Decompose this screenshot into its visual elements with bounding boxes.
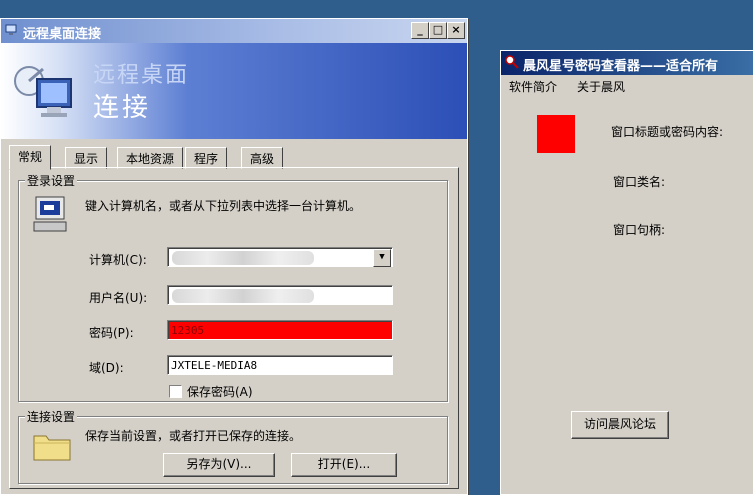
- connection-settings-legend: 连接设置: [25, 408, 78, 425]
- pwv-menu-bar: 软件简介 关于晨风: [501, 75, 753, 95]
- login-instruction: 键入计算机名，或者从下拉列表中选择一台计算机。: [85, 199, 362, 213]
- tab-advanced[interactable]: 高级: [241, 147, 284, 169]
- banner-line-2: 连接: [93, 93, 152, 123]
- login-settings-legend: 登录设置: [25, 172, 78, 189]
- pwv-title: 晨风星号密码查看器——适合所有: [523, 59, 719, 74]
- domain-field[interactable]: JXTELE-MEDIA8: [167, 355, 393, 375]
- tab-programs[interactable]: 程序: [185, 147, 228, 169]
- window-title-label: 窗口标题或密码内容:: [611, 125, 724, 139]
- banner-line-1: 远程桌面: [93, 63, 190, 88]
- connection-instruction: 保存当前设置，或者打开已保存的连接。: [85, 429, 302, 443]
- remote-desktop-window: 远程桌面连接 _ □ × 远程桌面 连接 常规 显示 本地资源 程序 高级 登录…: [0, 18, 468, 495]
- username-field[interactable]: [167, 285, 393, 305]
- save-password-checkbox[interactable]: [169, 385, 182, 398]
- menu-software-intro[interactable]: 软件简介: [509, 78, 557, 95]
- login-settings-group: 登录设置 键入计算机名，或者从下拉列表中选择一台计算机。 计算机(C): ▼ 用…: [18, 172, 448, 402]
- monitor-satellite-icon: [14, 66, 72, 117]
- maximize-button[interactable]: □: [429, 22, 447, 39]
- target-finder-square[interactable]: [537, 115, 575, 153]
- chevron-down-icon[interactable]: ▼: [373, 249, 391, 267]
- magnifier-icon: [505, 55, 519, 69]
- domain-label: 域(D):: [89, 361, 124, 375]
- username-value-redacted: [172, 289, 314, 303]
- window-class-label: 窗口类名:: [613, 175, 666, 189]
- visit-forum-button[interactable]: 访问晨风论坛: [571, 411, 669, 439]
- connection-settings-group: 连接设置 保存当前设置，或者打开已保存的连接。 另存为(V)... 打开(E).…: [18, 408, 448, 484]
- minimize-button[interactable]: _: [411, 22, 429, 39]
- folder-icon: [33, 435, 71, 461]
- menu-about[interactable]: 关于晨风: [577, 78, 625, 95]
- remote-desktop-app-icon: [5, 24, 17, 35]
- close-button[interactable]: ×: [447, 22, 465, 39]
- rdc-title: 远程桌面连接: [23, 27, 102, 42]
- save-as-button[interactable]: 另存为(V)...: [163, 453, 275, 477]
- general-tab-panel: 登录设置 键入计算机名，或者从下拉列表中选择一台计算机。 计算机(C): ▼ 用…: [9, 167, 459, 489]
- open-button[interactable]: 打开(E)...: [291, 453, 397, 477]
- rdc-banner: 远程桌面 连接: [1, 43, 467, 139]
- computer-value-redacted: [172, 251, 314, 265]
- password-field[interactable]: 12305: [167, 320, 393, 340]
- pwv-title-bar[interactable]: 晨风星号密码查看器——适合所有: [501, 51, 753, 75]
- computer-combobox[interactable]: ▼: [167, 247, 393, 267]
- rdc-title-bar[interactable]: 远程桌面连接 _ □ ×: [1, 19, 467, 43]
- tab-display[interactable]: 显示: [65, 147, 108, 169]
- username-label: 用户名(U):: [89, 291, 148, 305]
- save-password-label: 保存密码(A): [187, 385, 253, 399]
- password-viewer-window: 晨风星号密码查看器——适合所有 软件简介 关于晨风 窗口标题或密码内容: 窗口类…: [500, 50, 753, 495]
- tab-local-resources[interactable]: 本地资源: [117, 147, 184, 169]
- tab-general[interactable]: 常规: [9, 145, 52, 170]
- window-handle-label: 窗口句柄:: [613, 223, 666, 237]
- computer-icon: [33, 196, 67, 232]
- computer-label: 计算机(C):: [89, 253, 147, 267]
- password-label: 密码(P):: [89, 326, 134, 340]
